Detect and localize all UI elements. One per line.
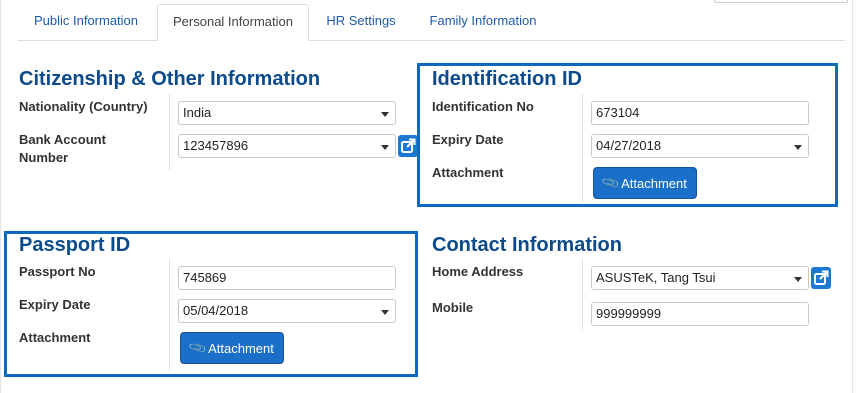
passport-column-divider xyxy=(169,259,170,371)
tab-personal-information[interactable]: Personal Information xyxy=(157,4,309,41)
nationality-value: India xyxy=(183,105,212,120)
nationality-label: Nationality (Country) xyxy=(19,99,148,114)
identification-expiry-value: 04/27/2018 xyxy=(596,138,662,153)
page-border-left xyxy=(0,0,1,393)
passport-attachment-label: Attachment xyxy=(19,330,91,345)
home-address-label: Home Address xyxy=(432,264,524,279)
passport-number-label: Passport No xyxy=(19,264,96,279)
identification-expiry-date-picker[interactable]: 04/27/2018 xyxy=(591,134,809,158)
mobile-label: Mobile xyxy=(432,300,474,315)
page-border-right xyxy=(852,0,853,393)
bank-account-select[interactable]: 123457896 xyxy=(178,134,396,158)
passport-section-title: Passport ID xyxy=(19,234,131,256)
identification-attachment-button-label: Attachment xyxy=(621,175,687,191)
paperclip-icon: 📎 xyxy=(187,338,208,358)
external-link-icon xyxy=(401,138,416,153)
caret-down-icon xyxy=(381,145,389,150)
home-address-select[interactable]: ASUSTeK, Tang Tsui xyxy=(591,266,809,290)
caret-down-icon xyxy=(794,145,802,150)
mobile-input[interactable]: 999999999 xyxy=(591,302,809,326)
caret-down-icon xyxy=(381,310,389,315)
passport-expiry-label: Expiry Date xyxy=(19,297,91,312)
passport-expiry-value: 05/04/2018 xyxy=(183,303,249,318)
identification-number-input[interactable]: 673104 xyxy=(591,101,809,125)
home-address-value: ASUSTeK, Tang Tsui xyxy=(596,270,716,285)
bank-account-value: 123457896 xyxy=(183,138,249,153)
nationality-select[interactable]: India xyxy=(178,101,396,125)
tab-family-information[interactable]: Family Information xyxy=(414,4,552,41)
citizenship-column-divider xyxy=(169,94,170,170)
identification-column-divider xyxy=(582,94,583,202)
identification-attachment-label: Attachment xyxy=(432,165,504,180)
caret-down-icon xyxy=(381,112,389,117)
caret-down-icon xyxy=(794,277,802,282)
bank-account-label-line1: Bank Account xyxy=(19,132,106,147)
top-partial-control xyxy=(714,0,848,3)
external-link-icon xyxy=(814,270,829,285)
bank-account-label-line2: Number xyxy=(19,150,69,165)
identification-expiry-label: Expiry Date xyxy=(432,132,504,147)
home-address-external-link-button[interactable] xyxy=(811,267,831,289)
passport-attachment-button[interactable]: 📎 Attachment xyxy=(180,332,284,364)
passport-attachment-button-label: Attachment xyxy=(208,340,274,356)
contact-column-divider xyxy=(582,259,583,331)
citizenship-section-title: Citizenship & Other Information xyxy=(19,68,321,90)
identification-attachment-button[interactable]: 📎 Attachment xyxy=(593,167,697,199)
passport-number-input[interactable]: 745869 xyxy=(178,266,396,290)
bank-account-external-link-button[interactable] xyxy=(398,135,418,157)
passport-expiry-date-picker[interactable]: 05/04/2018 xyxy=(178,299,396,323)
paperclip-icon: 📎 xyxy=(600,173,621,193)
tab-public-information[interactable]: Public Information xyxy=(18,4,154,41)
identification-section-title: Identification ID xyxy=(432,68,582,90)
tab-hr-settings[interactable]: HR Settings xyxy=(312,4,410,41)
contact-section-title: Contact Information xyxy=(432,234,622,256)
identification-number-label: Identification No xyxy=(432,99,534,114)
